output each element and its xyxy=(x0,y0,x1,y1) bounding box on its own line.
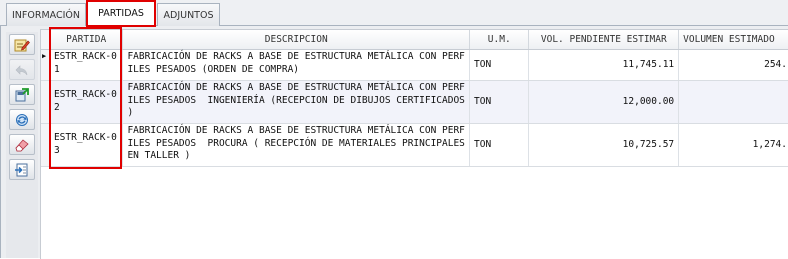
row-selector-header xyxy=(41,30,50,50)
cell-descripcion[interactable]: FABRICACIÓN DE RACKS A BASE DE ESTRUCTUR… xyxy=(122,123,470,167)
cell-partida[interactable]: ESTR_RACK-03 xyxy=(49,123,124,167)
cell-partida[interactable]: ESTR_RACK-01 xyxy=(49,49,124,81)
export-icon xyxy=(15,87,29,101)
row-selector[interactable] xyxy=(41,80,50,124)
partidas-table: PARTIDA DESCRIPCION U.M. VOL. PENDIENTE … xyxy=(41,30,788,167)
cell-partida[interactable]: ESTR_RACK-02 xyxy=(49,80,124,124)
table-row[interactable]: ▶ ESTR_RACK-01 FABRICACIÓN DE RACKS A BA… xyxy=(41,49,788,81)
partidas-grid: PARTIDA DESCRIPCION U.M. VOL. PENDIENTE … xyxy=(40,29,788,259)
tab-strip: INFORMACIÓN PARTIDAS ADJUNTOS xyxy=(0,0,788,27)
cell-vol-estimado[interactable]: 254. xyxy=(678,49,788,81)
side-toolbar xyxy=(6,32,38,258)
edit-button[interactable] xyxy=(9,34,35,55)
cell-um[interactable]: TON xyxy=(469,123,530,167)
refresh-icon xyxy=(16,113,28,126)
row-selector[interactable]: ▶ xyxy=(41,49,50,81)
row-selector[interactable] xyxy=(41,123,50,167)
tab-informacion-label: INFORMACIÓN xyxy=(12,9,80,21)
cell-descripcion[interactable]: FABRICACIÓN DE RACKS A BASE DE ESTRUCTUR… xyxy=(122,49,470,81)
col-header-vol-pendiente[interactable]: VOL. PENDIENTE ESTIMAR xyxy=(528,30,680,50)
undo-button[interactable] xyxy=(9,59,35,80)
eraser-icon xyxy=(15,138,29,151)
cell-vol-pendiente[interactable]: 12,000.00 xyxy=(528,80,680,124)
col-header-descripcion[interactable]: DESCRIPCION xyxy=(122,30,470,50)
cell-um[interactable]: TON xyxy=(469,49,530,81)
table-header-row: PARTIDA DESCRIPCION U.M. VOL. PENDIENTE … xyxy=(41,30,788,50)
tab-adjuntos-label: ADJUNTOS xyxy=(163,9,214,21)
col-header-um[interactable]: U.M. xyxy=(469,30,530,50)
edit-icon xyxy=(14,39,30,51)
eraser-button[interactable] xyxy=(9,134,35,155)
refresh-button[interactable] xyxy=(9,109,35,130)
tab-adjuntos[interactable]: ADJUNTOS xyxy=(157,3,220,26)
undo-icon xyxy=(15,64,28,75)
col-header-partida[interactable]: PARTIDA xyxy=(49,30,124,50)
export-button[interactable] xyxy=(9,84,35,105)
cell-vol-pendiente[interactable]: 11,745.11 xyxy=(528,49,680,81)
cell-vol-estimado[interactable] xyxy=(678,80,788,124)
cell-vol-pendiente[interactable]: 10,725.57 xyxy=(528,123,680,167)
tab-informacion[interactable]: INFORMACIÓN xyxy=(6,3,86,26)
col-header-vol-estimado[interactable]: VOLUMEN ESTIMADO xyxy=(678,30,788,50)
cell-um[interactable]: TON xyxy=(469,80,530,124)
import-button[interactable] xyxy=(9,159,35,180)
table-row[interactable]: ESTR_RACK-03 FABRICACIÓN DE RACKS A BASE… xyxy=(41,123,788,167)
tab-partidas-label: PARTIDAS xyxy=(98,8,144,19)
current-row-arrow-icon: ▶ xyxy=(42,52,47,60)
tab-partidas[interactable]: PARTIDAS xyxy=(86,0,156,27)
cell-descripcion[interactable]: FABRICACIÓN DE RACKS A BASE DE ESTRUCTUR… xyxy=(122,80,470,124)
cell-vol-estimado[interactable]: 1,274. xyxy=(678,123,788,167)
table-row[interactable]: ESTR_RACK-02 FABRICACIÓN DE RACKS A BASE… xyxy=(41,80,788,124)
import-icon xyxy=(15,163,28,176)
